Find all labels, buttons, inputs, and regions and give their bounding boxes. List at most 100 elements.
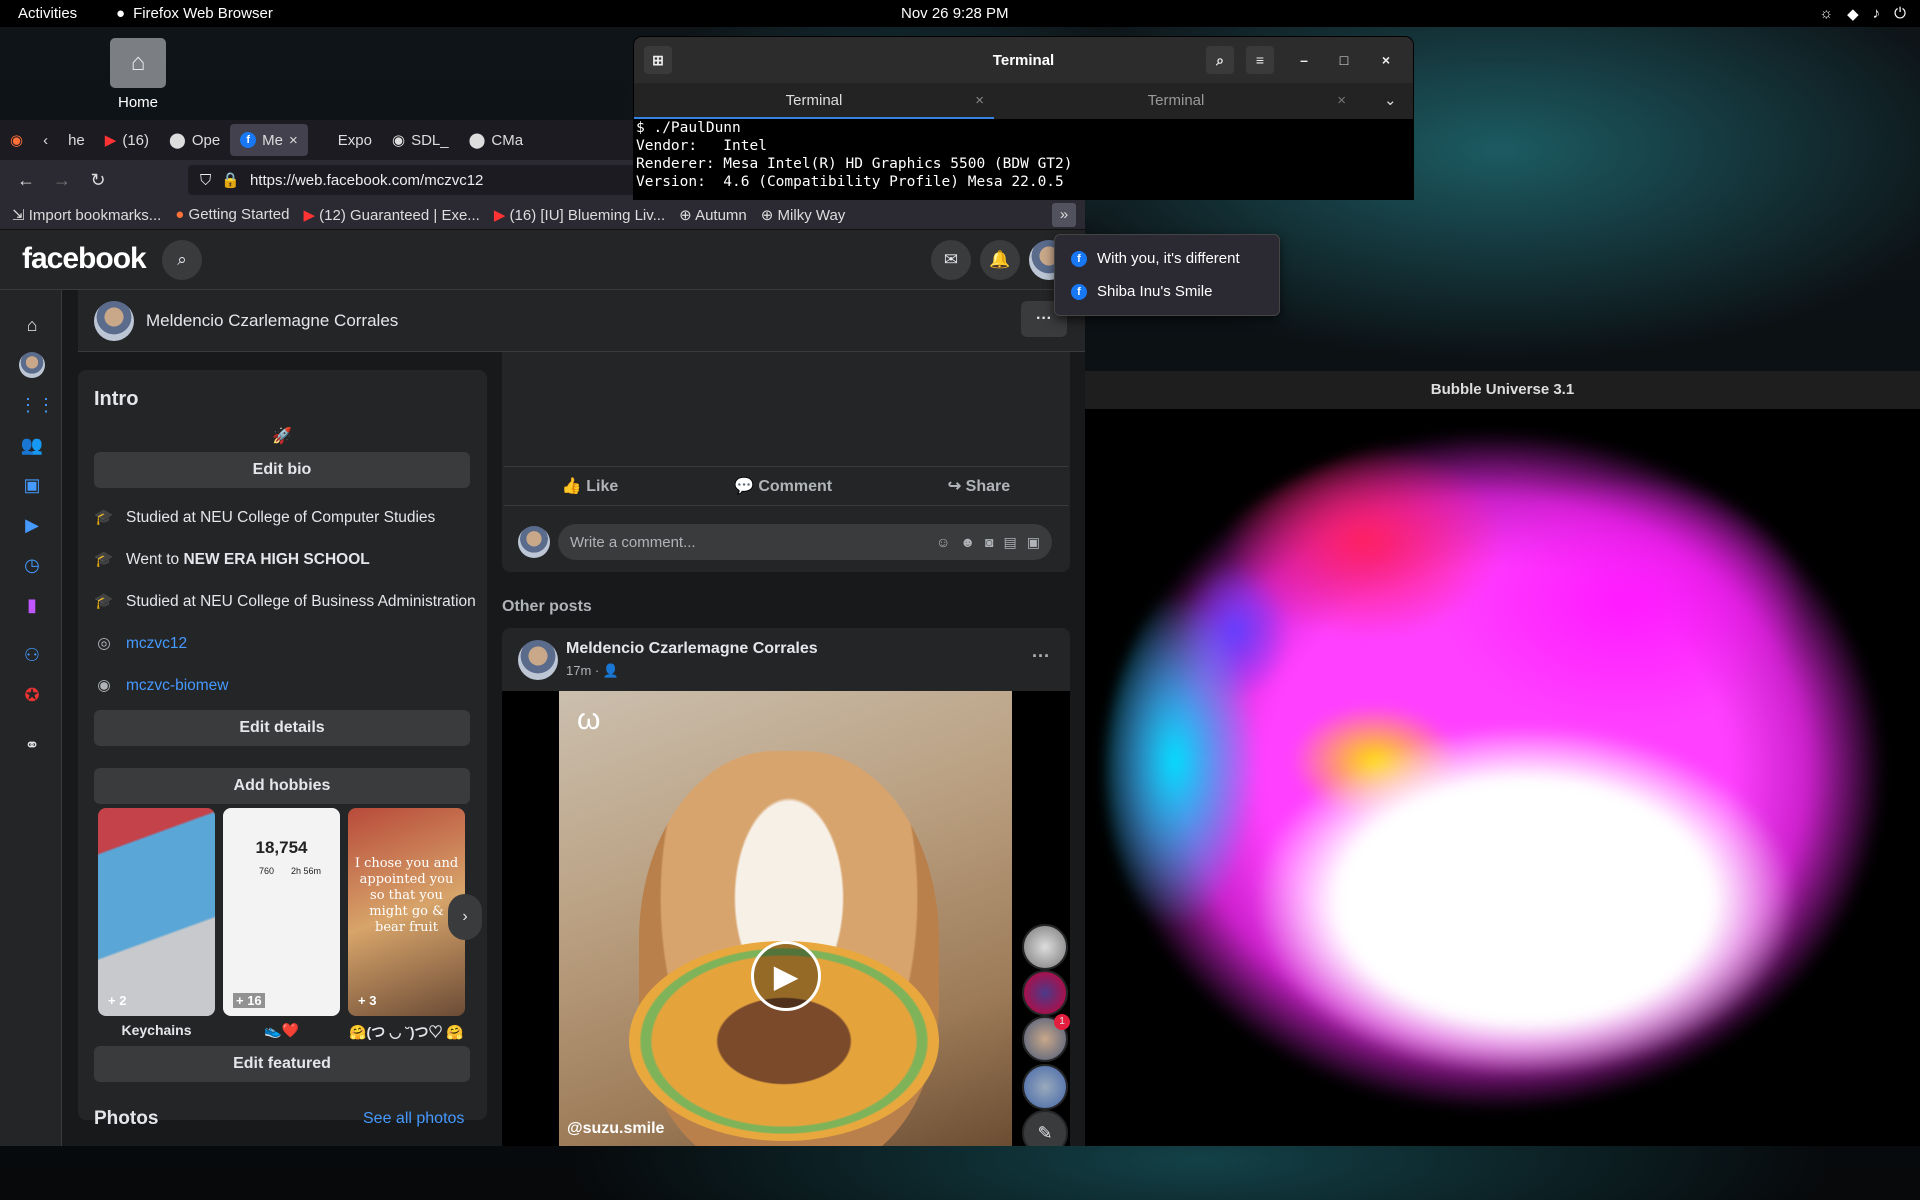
tab-list-chevron-icon[interactable]: ⌄ xyxy=(1384,83,1397,119)
edit-details-button[interactable]: Edit details xyxy=(94,710,470,746)
menu-grid-icon[interactable]: ⋮⋮ xyxy=(19,392,55,418)
contact-avatar[interactable] xyxy=(1022,924,1068,970)
terminal-tab[interactable]: Terminal × xyxy=(634,83,994,119)
featured-next-button[interactable]: › xyxy=(448,894,482,940)
facebook-logo[interactable]: facebook xyxy=(22,242,147,276)
back-button[interactable]: ← xyxy=(8,170,44,191)
tab-label: Me xyxy=(262,131,284,149)
marketplace-icon[interactable]: ▣ xyxy=(19,472,45,498)
profile-name[interactable]: Meldencio Czarlemagne Corrales xyxy=(146,311,398,331)
post-author-avatar[interactable] xyxy=(518,640,558,680)
bookmark-label: Import bookmarks... xyxy=(28,206,162,224)
search-icon[interactable]: ⌕ xyxy=(162,240,202,280)
comment-icon: 💬 xyxy=(733,478,754,495)
profile-avatar[interactable] xyxy=(94,301,134,341)
overflow-bookmark[interactable]: f Shiba Inu's Smile xyxy=(1071,283,1212,300)
school-link[interactable]: NEW ERA HIGH SCHOOL xyxy=(183,551,369,568)
facebook-icon: f xyxy=(240,132,257,148)
saved-icon[interactable]: ▮ xyxy=(19,592,45,618)
bookmark-youtube-2[interactable]: ▶ (16) [IU] Blueming Liv... xyxy=(494,206,665,224)
hamburger-menu-icon[interactable]: ≡ xyxy=(1246,46,1274,74)
terminal-tab[interactable]: Terminal × xyxy=(996,83,1356,119)
featured-keychains[interactable]: + 2 xyxy=(98,808,215,1016)
messenger-icon[interactable]: ✉ xyxy=(931,240,971,280)
forward-button[interactable]: → xyxy=(44,170,80,191)
edit-featured-button[interactable]: Edit featured xyxy=(94,1046,470,1082)
new-tab-icon[interactable]: ⊞ xyxy=(644,46,672,74)
play-button[interactable]: ▶ xyxy=(751,941,821,1011)
comment-button[interactable]: 💬 Comment xyxy=(734,476,832,496)
tab[interactable]: Expo xyxy=(328,124,382,156)
terminal-output[interactable]: $ ./PaulDunn Vendor: Intel Renderer: Mesa … xyxy=(634,119,1413,199)
tab-scroll-left[interactable]: ‹ xyxy=(33,124,58,156)
facebook-page: facebook ⌕ ✉ 🔔 ⌂ ⋮⋮ 👥 ▣ ▶ ◷ ▮ ⚇ ✪ ⚭ Meld… xyxy=(0,230,1085,1146)
close-tab-icon[interactable]: × xyxy=(289,132,298,149)
close-tab-icon[interactable]: × xyxy=(975,83,984,119)
post-video[interactable]: ω ▶ @suzu.smile xyxy=(559,691,1012,1146)
contact-avatar[interactable]: 1 xyxy=(1022,1014,1070,1062)
profile-shortcut-avatar[interactable] xyxy=(19,352,45,378)
github-link[interactable]: mczvc-biomew xyxy=(126,677,228,695)
gif-icon[interactable]: ▤ xyxy=(1004,534,1017,551)
game-icon[interactable]: ✪ xyxy=(19,682,45,708)
avatar-sticker-icon[interactable]: ☺ xyxy=(936,534,950,551)
close-tab-icon[interactable]: × xyxy=(1337,83,1346,119)
post-menu-button[interactable]: ··· xyxy=(1032,646,1050,667)
tab[interactable]: ◉ SDL_ xyxy=(382,124,459,156)
video-caption: @suzu.smile xyxy=(567,1120,665,1137)
contact-avatar[interactable] xyxy=(1022,1064,1068,1110)
friends-icon[interactable]: 👥 xyxy=(19,432,45,458)
bookmark-getting-started[interactable]: ● Getting Started xyxy=(175,206,289,223)
add-hobbies-button[interactable]: Add hobbies xyxy=(94,768,470,804)
system-tray[interactable]: ☼ ◆ ♪ ⏻ xyxy=(1819,5,1906,23)
watch-icon[interactable]: ▶ xyxy=(19,512,45,538)
comment-placeholder: Write a comment... xyxy=(570,533,696,551)
minimize-button[interactable]: – xyxy=(1290,46,1318,74)
emoji-icon[interactable]: ☻ xyxy=(960,534,975,551)
quote-text: I chose you and appointed you so that yo… xyxy=(354,856,459,935)
app-menu[interactable]: ● Firefox Web Browser xyxy=(116,5,273,22)
edit-bio-button[interactable]: Edit bio xyxy=(94,452,470,488)
bookmark-autumn[interactable]: ⊕ Autumn xyxy=(679,206,747,224)
bookmark-import[interactable]: ⇲ Import bookmarks... xyxy=(12,206,161,224)
instagram-link[interactable]: mczvc12 xyxy=(126,635,187,653)
contact-avatar[interactable] xyxy=(1022,970,1068,1016)
share-button[interactable]: ↪ Share xyxy=(948,476,1010,496)
post-time-text: 17m · xyxy=(566,663,600,678)
firefox-view-icon[interactable]: ◉ xyxy=(0,124,33,156)
groups-icon[interactable]: ⚇ xyxy=(19,642,45,668)
tab[interactable]: ▶ (16) xyxy=(95,124,159,156)
unread-badge: 1 xyxy=(1054,1014,1070,1030)
camera-icon[interactable]: ◙ xyxy=(985,534,993,551)
see-all-photos-link[interactable]: See all photos xyxy=(363,1110,464,1128)
tab-active[interactable]: f Me × xyxy=(230,124,308,156)
overflow-bookmark[interactable]: f With you, it's different xyxy=(1071,250,1240,267)
desktop-home-folder[interactable]: ⌂ Home xyxy=(108,38,168,111)
activities-button[interactable]: Activities xyxy=(18,5,77,22)
link-icon[interactable]: ⚭ xyxy=(19,732,45,758)
close-button[interactable]: × xyxy=(1372,46,1400,74)
bubble-universe-window xyxy=(1085,371,1920,1146)
featured-caption: 🤗(つ ◡ ˘)つ♡ 🤗 xyxy=(349,1024,464,1040)
url-bar[interactable]: ⛉ 🔒 https://web.facebook.com/mczvc12 xyxy=(188,165,648,195)
like-button[interactable]: 👍 Like xyxy=(562,476,618,496)
other-posts-heading: Other posts xyxy=(502,598,592,615)
search-icon[interactable]: ⌕ xyxy=(1206,46,1234,74)
tab[interactable]: he xyxy=(58,124,95,156)
clock[interactable]: Nov 26 9:28 PM xyxy=(901,5,1009,22)
featured-steps[interactable]: 18,754 760 2h 56m + 16 xyxy=(223,808,340,1016)
tab[interactable]: ⬤ Ope xyxy=(159,124,230,156)
reload-button[interactable]: ↻ xyxy=(80,170,116,191)
post-time[interactable]: 17m · 👤 xyxy=(566,663,619,679)
tab[interactable]: ⬤ CMa xyxy=(459,124,533,156)
bookmark-youtube-1[interactable]: ▶ (12) Guaranteed | Exe... xyxy=(303,206,479,224)
notifications-icon[interactable]: 🔔 xyxy=(980,240,1020,280)
sticker-icon[interactable]: ▣ xyxy=(1027,534,1040,551)
comment-input[interactable]: Write a comment... ☺ ☻ ◙ ▤ ▣ xyxy=(558,524,1052,560)
home-icon[interactable]: ⌂ xyxy=(19,312,45,338)
bookmark-milky-way[interactable]: ⊕ Milky Way xyxy=(761,206,846,224)
maximize-button[interactable]: □ xyxy=(1330,46,1358,74)
bookmarks-overflow-button[interactable]: » xyxy=(1052,203,1076,227)
post-author[interactable]: Meldencio Czarlemagne Corrales xyxy=(566,640,818,658)
memories-icon[interactable]: ◷ xyxy=(19,552,45,578)
